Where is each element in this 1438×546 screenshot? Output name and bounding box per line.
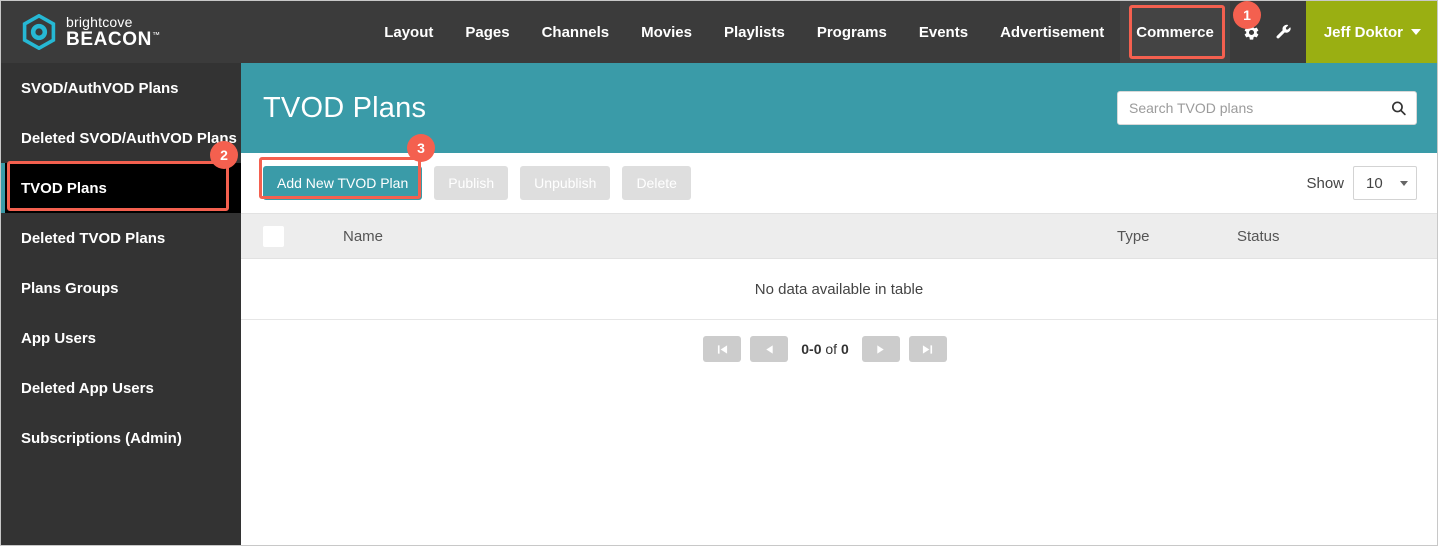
pagination-info: 0-0 of 0 (797, 341, 853, 357)
chevron-down-icon (1411, 29, 1421, 35)
nav-events[interactable]: Events (903, 1, 984, 63)
chevron-down-icon (1400, 180, 1408, 186)
publish-button[interactable]: Publish (434, 166, 509, 200)
table-body: No data available in table (241, 258, 1437, 320)
unpublish-button[interactable]: Unpublish (520, 166, 611, 200)
nav-advertisement[interactable]: Advertisement (984, 1, 1120, 63)
sidebar-item-subscriptions-admin[interactable]: Subscriptions (Admin) (1, 413, 241, 463)
nav-programs[interactable]: Programs (801, 1, 903, 63)
last-page-button[interactable] (908, 336, 947, 362)
brightcove-hexagon-logo-icon (21, 13, 57, 51)
brand-logo-area[interactable]: brightcove BEACON™ (1, 1, 241, 63)
gear-icon[interactable] (1236, 12, 1268, 52)
column-header-type[interactable]: Type (1107, 213, 1227, 259)
select-all-checkbox[interactable] (263, 225, 284, 247)
sidebar-item-plans-groups[interactable]: Plans Groups (1, 263, 241, 313)
wrench-icon[interactable] (1268, 12, 1300, 52)
select-all-header (241, 213, 333, 259)
nav-commerce[interactable]: Commerce (1120, 1, 1230, 63)
column-header-name[interactable]: Name (333, 213, 1107, 259)
page-header: TVOD Plans (241, 63, 1437, 153)
main-content: TVOD Plans Add New TVOD Plan Publish Unp… (241, 63, 1437, 545)
nav-layout[interactable]: Layout (368, 1, 449, 63)
brand-name-top: brightcove (66, 14, 133, 30)
sidebar: SVOD/AuthVOD Plans Deleted SVOD/AuthVOD … (1, 63, 241, 545)
page-title: TVOD Plans (263, 91, 427, 124)
first-page-button[interactable] (703, 336, 742, 362)
main-menu: Layout Pages Channels Movies Playlists P… (241, 1, 1306, 63)
pagination-controls: 0-0 of 0 (213, 320, 1437, 362)
plans-table: Name Type Status No data available in ta… (241, 213, 1437, 320)
sidebar-item-app-users[interactable]: App Users (1, 313, 241, 363)
top-navigation-bar: brightcove BEACON™ Layout Pages Channels… (1, 1, 1437, 63)
pagination-of-label: of (825, 341, 838, 357)
next-page-button[interactable] (861, 336, 900, 362)
nav-movies[interactable]: Movies (625, 1, 708, 63)
empty-state-message: No data available in table (241, 258, 1437, 320)
show-entries-select[interactable]: 10 (1353, 166, 1417, 200)
pagination-total: 0 (840, 341, 849, 357)
add-new-tvod-plan-button[interactable]: Add New TVOD Plan (263, 166, 423, 200)
sidebar-item-svod-authvod-plans[interactable]: SVOD/AuthVOD Plans (1, 63, 241, 113)
table-header-row: Name Type Status (241, 213, 1437, 259)
app-window: brightcove BEACON™ Layout Pages Channels… (0, 0, 1438, 546)
show-entries-value: 10 (1366, 174, 1383, 192)
nav-icon-group (1230, 1, 1306, 63)
pagination-range: 0-0 (801, 341, 822, 357)
brand-name-bottom: BEACON™ (66, 29, 161, 50)
sidebar-item-deleted-app-users[interactable]: Deleted App Users (1, 363, 241, 413)
user-name: Jeff Doktor (1323, 23, 1403, 41)
previous-page-button[interactable] (750, 336, 789, 362)
nav-pages[interactable]: Pages (449, 1, 525, 63)
delete-button[interactable]: Delete (622, 166, 691, 200)
sidebar-item-deleted-tvod-plans[interactable]: Deleted TVOD Plans (1, 213, 241, 263)
column-header-status[interactable]: Status (1227, 213, 1437, 259)
action-toolbar: Add New TVOD Plan Publish Unpublish Dele… (241, 153, 1437, 213)
show-entries-label: Show (1306, 174, 1344, 192)
trademark-symbol: ™ (151, 30, 161, 40)
empty-state-row: No data available in table (241, 258, 1437, 320)
nav-channels[interactable]: Channels (526, 1, 626, 63)
sidebar-item-tvod-plans[interactable]: TVOD Plans (1, 163, 241, 213)
user-menu[interactable]: Jeff Doktor (1305, 1, 1437, 63)
nav-playlists[interactable]: Playlists (708, 1, 801, 63)
search-input[interactable] (1117, 91, 1417, 125)
search-box (1117, 91, 1417, 125)
sidebar-item-deleted-svod-authvod-plans[interactable]: Deleted SVOD/AuthVOD Plans (1, 113, 241, 163)
